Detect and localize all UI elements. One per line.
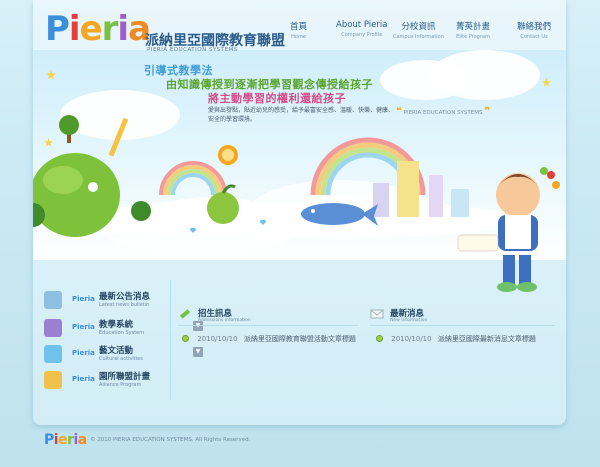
star-icon <box>542 78 551 87</box>
rainbow-left <box>159 161 227 196</box>
hero-illustration <box>33 115 560 292</box>
star-icon <box>46 70 56 80</box>
page: Pieria 派納里亞國際教育聯盟 PIERIA EDUCATION SYSTE… <box>0 0 600 467</box>
nav-home[interactable]: 首頁 Home <box>290 20 307 40</box>
section-divider <box>178 325 358 326</box>
latest-news-header: 最新消息 New Information <box>370 307 555 327</box>
section-divider <box>370 325 555 326</box>
dropdown-arrow-icon[interactable]: ▼ <box>193 347 203 357</box>
bullet-icon <box>376 335 383 342</box>
nav-about[interactable]: About Pieria Company Profile <box>336 20 387 38</box>
nav-contact[interactable]: 聯絡我們 Contact Us <box>517 20 551 40</box>
admissions-header: 招生訊息 Admissions information <box>178 307 358 327</box>
envelope-icon <box>370 309 384 319</box>
column-divider <box>170 280 171 400</box>
latest-news-item[interactable]: 2010/10/10 派納里亞國際最新消息文章標題 <box>376 334 536 344</box>
nav-campus[interactable]: 分校資訊 Campus Information <box>393 20 444 40</box>
menu-alliance-program[interactable]: Pieria 園所聯盟計畫 Alliance Program <box>44 370 164 392</box>
menu-cultural-activities[interactable]: Pieria 藝文活動 Cultural activities ▼ <box>44 344 203 366</box>
admissions-item[interactable]: 2010/10/10 派納里亞國際教育聯盟活動文章標題 <box>182 334 356 344</box>
copyright-text: © 2010 PIERIA EDUCATION SYSTEMS. All Rig… <box>90 437 251 443</box>
pencil-icon <box>179 309 191 319</box>
bullet-icon <box>182 335 189 342</box>
gift-box-icon <box>44 371 62 389</box>
menu-latest-news[interactable]: Pieria 最新公告消息 Latest news bulletin <box>44 290 164 312</box>
nav-elite[interactable]: 菁英計畫 Elite Program <box>456 20 490 40</box>
slogan-initiative: 將主動學習的權利還給孩子 <box>208 92 346 105</box>
footer-logo[interactable]: Pieria <box>44 432 87 448</box>
books-icon <box>44 319 62 337</box>
music-note-icon <box>44 345 62 363</box>
menu-education-system[interactable]: Pieria 教學系統 Education System ▼ <box>44 318 203 340</box>
bar-chart-icon <box>44 291 62 309</box>
main-nav: 首頁 Home About Pieria Company Profile 分校資… <box>0 20 600 44</box>
org-name-en: PIERIA EDUCATION SYSTEMS <box>147 47 238 53</box>
